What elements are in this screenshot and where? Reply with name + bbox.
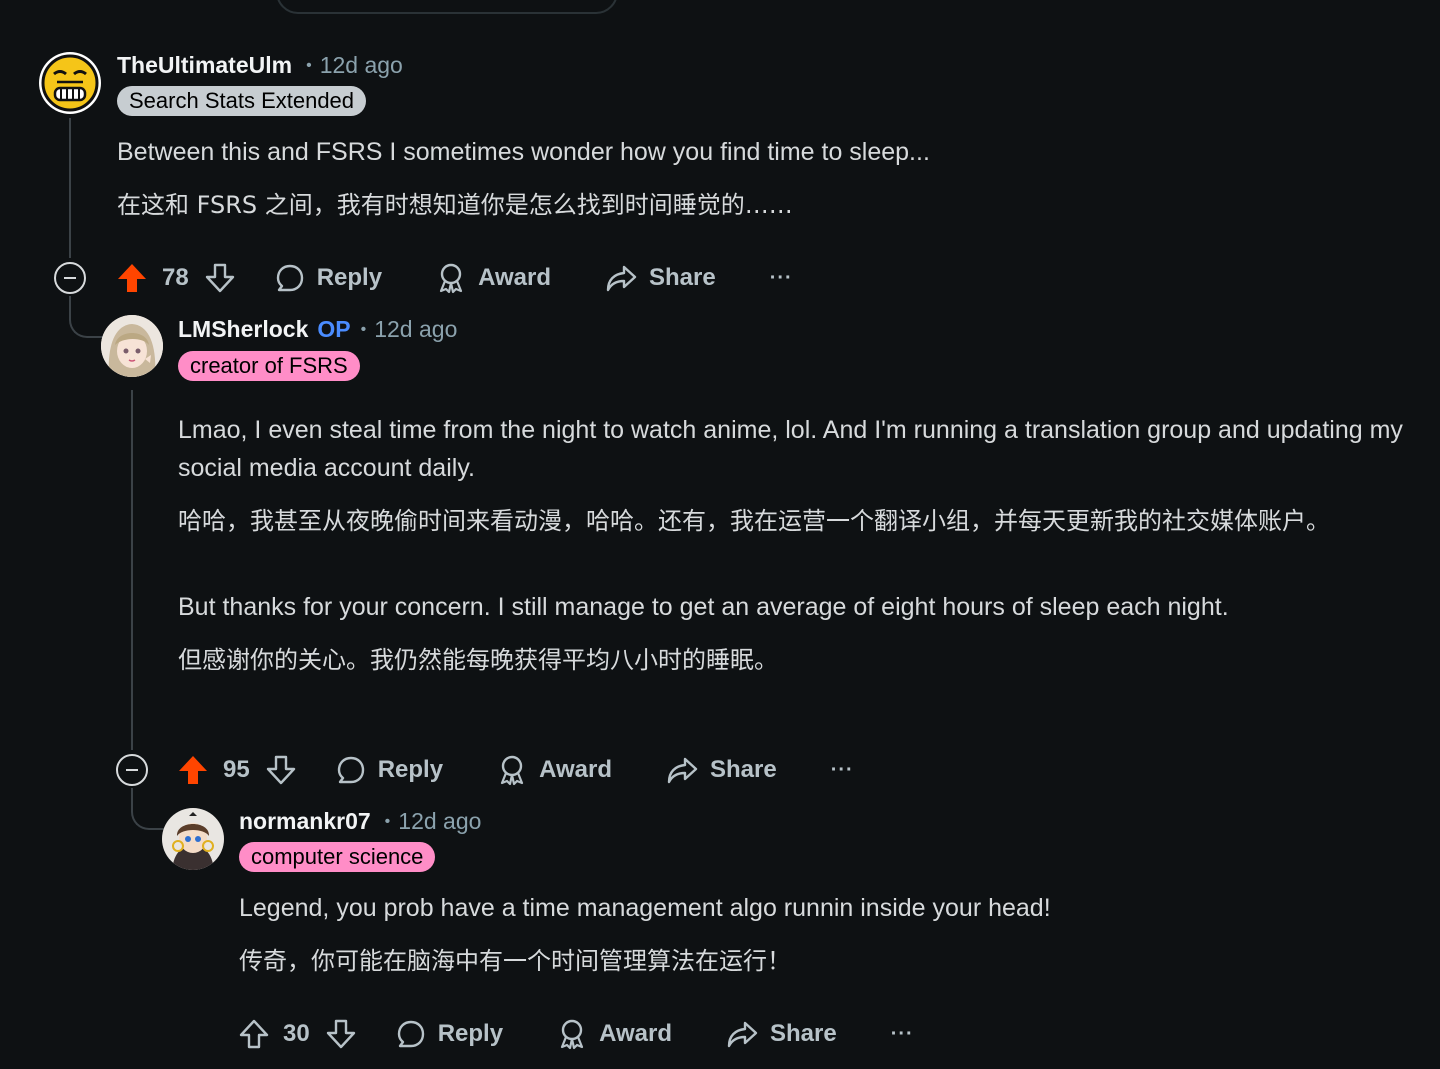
separator-dot: • xyxy=(306,57,312,74)
thread-line xyxy=(131,390,133,750)
share-arrow-icon xyxy=(606,265,637,292)
comment-actions: 30 Reply Award Share ··· xyxy=(239,1014,914,1054)
share-arrow-icon xyxy=(727,1021,758,1048)
downvote-icon xyxy=(326,1019,355,1049)
comment-header: LMSherlock OP • 12d ago xyxy=(178,316,457,343)
vote-count: 78 xyxy=(162,264,189,291)
avatar[interactable] xyxy=(162,808,224,870)
share-label: Share xyxy=(769,1020,837,1047)
award-button[interactable]: Award xyxy=(436,262,551,294)
comment-actions: 95 Reply Award Share ··· xyxy=(177,750,854,790)
collapse-thread-button[interactable] xyxy=(54,262,86,294)
comment-text-en: Lmao, I even steal time from the night t… xyxy=(178,416,1403,482)
speech-bubble-icon xyxy=(337,756,364,784)
comment-body: Lmao, I even steal time from the night t… xyxy=(178,411,1418,679)
comment-text-en: Legend, you prob have a time management … xyxy=(239,894,1051,922)
user-flair: computer science xyxy=(239,842,436,872)
award-label: Award xyxy=(478,264,551,291)
share-button[interactable]: Share xyxy=(666,755,777,785)
vote-count: 30 xyxy=(283,1020,310,1047)
comment-body: Between this and FSRS I sometimes wonder… xyxy=(117,133,1317,224)
thread-line xyxy=(69,118,71,258)
thread-elbow xyxy=(69,296,103,338)
downvote-icon xyxy=(205,263,234,293)
reply-button[interactable]: Reply xyxy=(396,1019,503,1049)
speech-bubble-icon xyxy=(276,264,303,292)
more-icon: ··· xyxy=(830,758,854,781)
award-button[interactable]: Award xyxy=(557,1018,672,1050)
collapse-thread-button[interactable] xyxy=(116,754,148,786)
award-ribbon-icon xyxy=(500,755,524,786)
more-options-button[interactable]: ··· xyxy=(770,267,793,290)
upvote-filled-icon xyxy=(179,756,207,784)
award-label: Award xyxy=(539,756,612,783)
award-ribbon-icon xyxy=(560,1019,584,1050)
reply-button[interactable]: Reply xyxy=(336,755,443,785)
more-options-button[interactable]: ··· xyxy=(891,1023,914,1046)
speech-bubble-icon xyxy=(397,1020,424,1048)
grimace-face-icon xyxy=(41,54,99,112)
author-name[interactable]: normankr07 xyxy=(239,808,371,835)
separator-dot: • xyxy=(384,813,391,830)
downvote-button[interactable] xyxy=(266,754,296,786)
upvote-button[interactable] xyxy=(116,262,148,294)
author-name[interactable]: LMSherlock xyxy=(178,316,308,343)
share-button[interactable]: Share xyxy=(726,1019,837,1049)
comment-text-en: Between this and FSRS I sometimes wonder… xyxy=(117,138,930,166)
comment-text-en: But thanks for your concern. I still man… xyxy=(178,593,1229,621)
op-badge: OP xyxy=(317,316,351,342)
more-options-button[interactable]: ··· xyxy=(831,759,854,782)
timestamp[interactable]: 12d ago xyxy=(320,52,403,79)
comment-text-zh: 在这和 FSRS 之间，我有时想知道你是怎么找到时间睡觉的…… xyxy=(117,191,793,219)
vote-count: 95 xyxy=(223,756,250,783)
reply-label: Reply xyxy=(437,1020,504,1047)
award-button[interactable]: Award xyxy=(497,754,612,786)
share-label: Share xyxy=(648,264,716,291)
comment-text-zh: 但感谢你的关心。我仍然能每晚获得平均八小时的睡眠。 xyxy=(178,646,778,674)
upvote-button[interactable] xyxy=(177,754,209,786)
downvote-button[interactable] xyxy=(326,1018,356,1050)
share-button[interactable]: Share xyxy=(605,263,716,293)
reply-button[interactable]: Reply xyxy=(275,263,382,293)
share-arrow-icon xyxy=(667,757,698,784)
share-label: Share xyxy=(709,756,777,783)
thread-elbow xyxy=(131,788,165,830)
award-ribbon-icon xyxy=(439,263,463,294)
anime-girl-avatar-icon xyxy=(101,315,163,377)
separator-dot: • xyxy=(360,321,367,338)
award-label: Award xyxy=(599,1020,672,1047)
upvote-button[interactable] xyxy=(239,1018,269,1050)
comment-body: Legend, you prob have a time management … xyxy=(239,889,1419,980)
author-name[interactable]: TheUltimateUlm xyxy=(117,52,292,79)
avatar[interactable] xyxy=(39,52,101,114)
upvote-icon xyxy=(239,1019,269,1049)
anime-character-avatar-icon xyxy=(162,808,224,870)
more-icon: ··· xyxy=(769,266,793,289)
timestamp[interactable]: 12d ago xyxy=(374,316,457,343)
downvote-button[interactable] xyxy=(205,262,235,294)
previous-element-edge xyxy=(276,0,618,14)
comment-header: normankr07 • 12d ago xyxy=(239,808,481,835)
more-icon: ··· xyxy=(890,1022,914,1045)
comment-thread: TheUltimateUlm • 12d ago Search Stats Ex… xyxy=(0,0,1440,1069)
comment-text-zh: 传奇，你可能在脑海中有一个时间管理算法在运行！ xyxy=(239,947,791,975)
comment-actions: 78 Reply Award Share ··· xyxy=(116,258,793,298)
user-flair: creator of FSRS xyxy=(178,351,360,381)
reply-label: Reply xyxy=(377,756,444,783)
user-flair: Search Stats Extended xyxy=(117,86,367,116)
comment-text-zh: 哈哈，我甚至从夜晚偷时间来看动漫，哈哈。还有，我在运营一个翻译小组，并每天更新我… xyxy=(178,507,1330,535)
upvote-filled-icon xyxy=(118,264,146,292)
downvote-icon xyxy=(266,755,295,785)
timestamp[interactable]: 12d ago xyxy=(398,808,481,835)
avatar[interactable] xyxy=(101,315,163,377)
comment-header: TheUltimateUlm • 12d ago xyxy=(117,52,403,79)
reply-label: Reply xyxy=(316,264,383,291)
